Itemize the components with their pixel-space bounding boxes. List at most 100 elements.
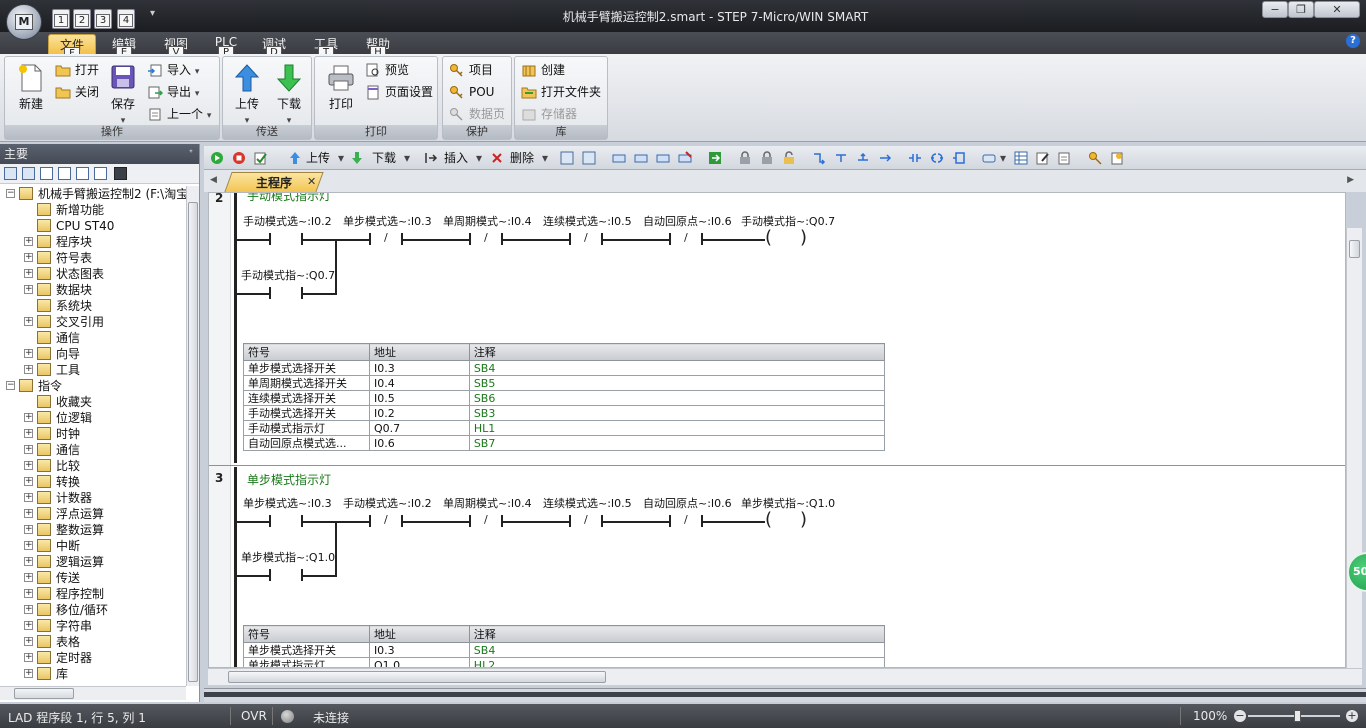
editor-vertical-scrollbar[interactable] xyxy=(1346,228,1362,668)
download-icon[interactable] xyxy=(350,151,364,165)
network-comment[interactable]: 手动模式指示灯 xyxy=(247,193,331,204)
tree-horizontal-scrollbar[interactable] xyxy=(0,686,186,700)
upload-icon[interactable] xyxy=(288,151,302,165)
insert-icon[interactable] xyxy=(424,151,438,165)
key-icon[interactable] xyxy=(1088,151,1102,165)
document-icon[interactable] xyxy=(40,167,53,180)
table-icon[interactable] xyxy=(22,167,35,180)
no-contact[interactable] xyxy=(269,287,303,299)
import-button[interactable]: 导入 ▾ xyxy=(147,61,199,81)
collapse-icon[interactable]: − xyxy=(6,189,15,198)
contact-label[interactable]: 手动模式选~:I0.2 xyxy=(243,213,332,229)
overwrite-mode[interactable]: OVR xyxy=(241,709,267,723)
toolbar-upload-button[interactable]: 上传 xyxy=(306,150,330,166)
tab-edit[interactable]: 编辑 E xyxy=(104,34,144,59)
goto-icon[interactable] xyxy=(708,151,722,165)
expand-icon[interactable]: + xyxy=(24,509,33,518)
tab-tools[interactable]: 工具 T xyxy=(306,34,346,59)
box-icon[interactable] xyxy=(952,151,966,165)
document-icon[interactable] xyxy=(94,167,107,180)
zoom-in-button[interactable]: + xyxy=(1346,710,1358,722)
password-icon[interactable] xyxy=(1110,151,1124,165)
expand-icon[interactable]: + xyxy=(24,589,33,598)
output-coil[interactable]: () xyxy=(765,511,807,530)
expand-icon[interactable]: + xyxy=(24,445,33,454)
upload-button[interactable]: 上传 ▾ xyxy=(227,61,267,126)
coil-label[interactable]: 单步模式指~:Q1.0 xyxy=(741,495,835,511)
toolbar-download-button[interactable]: 下载 xyxy=(372,150,396,166)
contact-label[interactable]: 单周期模式~:I0.4 xyxy=(443,213,532,229)
open-button[interactable]: 打开 xyxy=(55,61,99,81)
tab-view[interactable]: 视图 V xyxy=(156,34,196,59)
protect-pou-button[interactable]: POU xyxy=(449,83,494,103)
document-icon[interactable] xyxy=(58,167,71,180)
expand-icon[interactable]: + xyxy=(24,317,33,326)
coil-icon[interactable] xyxy=(930,151,944,165)
output-panel-collapsed[interactable] xyxy=(204,688,1366,702)
expand-icon[interactable]: + xyxy=(24,621,33,630)
tab-file[interactable]: 文件F xyxy=(48,34,96,60)
network-icon[interactable] xyxy=(582,151,596,165)
tab-label[interactable]: 主程序 xyxy=(256,174,292,191)
output-coil[interactable]: () xyxy=(765,229,807,248)
delete-icon[interactable] xyxy=(490,151,504,165)
line-right-icon[interactable] xyxy=(878,151,892,165)
ladder-editor[interactable]: 2 手动模式指示灯 手动模式选~:I0.2 单步模式选~:I0.3 单周期模式~… xyxy=(208,192,1346,668)
bookmark-prev-icon[interactable] xyxy=(634,151,648,165)
lock-icon[interactable] xyxy=(738,151,752,165)
close-button[interactable]: ✕ xyxy=(1314,1,1360,18)
expand-icon[interactable]: + xyxy=(24,413,33,422)
expand-icon[interactable]: + xyxy=(24,349,33,358)
editor-horizontal-scrollbar[interactable] xyxy=(208,668,1362,685)
previous-button[interactable]: 上一个 ▾ xyxy=(147,105,211,125)
network-comment[interactable]: 单步模式指示灯 xyxy=(247,471,331,488)
run-icon[interactable] xyxy=(210,151,224,165)
symbol-table-icon[interactable] xyxy=(1014,151,1028,165)
expand-icon[interactable]: + xyxy=(24,669,33,678)
contact-label[interactable]: 自动回原点~:I0.6 xyxy=(643,213,732,229)
contact-label[interactable]: 单步模式选~:I0.3 xyxy=(243,495,332,511)
expand-icon[interactable]: + xyxy=(24,237,33,246)
toolbar-delete-button[interactable]: 删除 xyxy=(510,150,534,166)
expand-icon[interactable]: + xyxy=(24,285,33,294)
lock-icon[interactable] xyxy=(760,151,774,165)
chevron-down-icon[interactable]: ▾ xyxy=(542,150,548,166)
bookmark-icon[interactable] xyxy=(612,151,626,165)
expand-icon[interactable]: + xyxy=(24,493,33,502)
zoom-slider-thumb[interactable] xyxy=(1294,710,1301,722)
comment-icon[interactable] xyxy=(982,151,996,165)
expand-icon[interactable]: + xyxy=(24,557,33,566)
expand-icon[interactable]: + xyxy=(24,365,33,374)
network-icon[interactable] xyxy=(560,151,574,165)
monitor-icon[interactable] xyxy=(114,167,127,180)
scroll-left-icon[interactable]: ◀ xyxy=(210,175,217,185)
contact-label[interactable]: 连续模式选~:I0.5 xyxy=(543,495,632,511)
scroll-right-icon[interactable]: ▶ xyxy=(1347,175,1354,185)
preview-button[interactable]: 预览 xyxy=(365,61,409,81)
create-library-button[interactable]: 创建 xyxy=(521,61,565,81)
help-icon[interactable]: ? xyxy=(1346,34,1360,48)
collapse-icon[interactable]: − xyxy=(6,381,15,390)
library-memory-button[interactable]: 存储器 xyxy=(521,105,577,125)
chevron-down-icon[interactable]: ▾ xyxy=(404,150,410,166)
chevron-down-icon[interactable]: ▾ xyxy=(338,150,344,166)
application-menu-button[interactable]: M xyxy=(6,4,42,40)
expand-icon[interactable]: + xyxy=(24,573,33,582)
bookmark-next-icon[interactable] xyxy=(656,151,670,165)
expand-icon[interactable]: + xyxy=(24,525,33,534)
bookmark-remove-icon[interactable] xyxy=(678,151,692,165)
pin-icon[interactable]: ᐩ xyxy=(189,144,193,164)
minimize-button[interactable]: − xyxy=(1262,1,1288,18)
expand-icon[interactable]: + xyxy=(24,461,33,470)
expand-icon[interactable]: + xyxy=(24,637,33,646)
contact-label[interactable]: 连续模式选~:I0.5 xyxy=(543,213,632,229)
unlock-icon[interactable] xyxy=(782,151,796,165)
branch-down-icon[interactable] xyxy=(812,151,826,165)
download-button[interactable]: 下载 ▾ xyxy=(269,61,309,126)
no-contact[interactable] xyxy=(269,569,303,581)
expand-icon[interactable]: + xyxy=(24,253,33,262)
chevron-down-icon[interactable]: ▾ xyxy=(1000,150,1006,166)
no-contact[interactable] xyxy=(269,515,303,527)
expand-icon[interactable]: + xyxy=(24,653,33,662)
contact-icon[interactable] xyxy=(908,151,922,165)
